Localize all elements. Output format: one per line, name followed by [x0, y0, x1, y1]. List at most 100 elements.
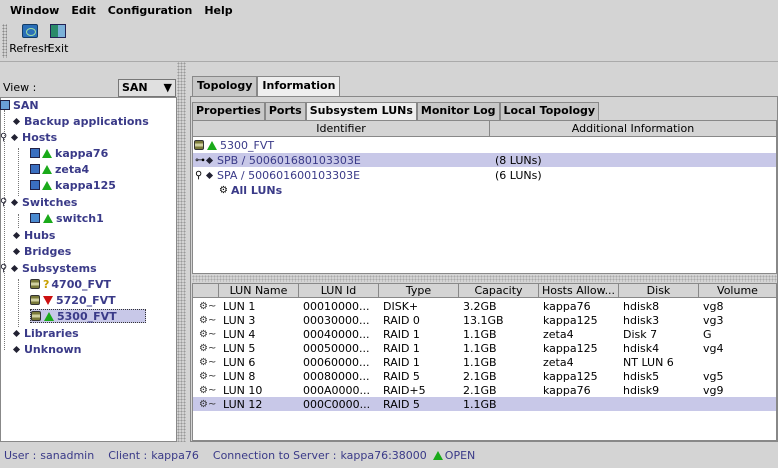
column-header-identifier[interactable]: Identifier	[193, 121, 490, 136]
tree-label: 4700_FVT	[51, 277, 112, 291]
row-label: SPA / 500601600103303E	[217, 168, 361, 182]
tree-label: Bridges	[24, 244, 72, 258]
storage-processor-table: Identifier Additional Information 5300_F…	[192, 120, 777, 274]
tree-node-kappa125[interactable]: kappa125	[30, 178, 116, 192]
toolbar-grip[interactable]	[2, 24, 7, 58]
column-header-additional-information[interactable]: Additional Information	[490, 121, 776, 136]
table-row[interactable]: ⚙~ LUN 12 000C0000... RAID 5 1.1GB	[193, 397, 776, 411]
status-unknown-icon: ?	[43, 277, 50, 291]
tree-node-libraries[interactable]: Libraries	[12, 326, 79, 340]
view-select[interactable]: SAN ▼	[118, 78, 176, 97]
tree-node-bridges[interactable]: Bridges	[12, 244, 71, 258]
tab-local-topology[interactable]: Local Topology	[499, 102, 600, 120]
column-header-capacity[interactable]: Capacity	[459, 284, 539, 297]
row-label: All LUNs	[230, 183, 283, 197]
tree-node-backup-applications[interactable]: Backup applications	[12, 114, 149, 128]
table-row[interactable]: ⚙~ LUN 4 00040000... RAID 1 1.1GB zeta4 …	[193, 327, 776, 341]
refresh-button[interactable]: Refresh	[9, 24, 51, 58]
tree-node-5300-fvt[interactable]: 5300_FVT	[30, 309, 146, 323]
diamond-icon	[12, 117, 21, 125]
tree-label: kappa125	[55, 178, 116, 192]
storage-icon	[31, 311, 41, 321]
tree-row-spb[interactable]: ⊶ SPB / 500601680103303E (8 LUNs)	[193, 153, 776, 167]
expander-icon[interactable]: ⚲	[0, 132, 8, 143]
cell-lun-id: 00050000...	[303, 341, 370, 355]
tab-subsystem-luns[interactable]: Subsystem LUNs	[305, 102, 417, 120]
tree-label: SAN	[13, 98, 39, 112]
column-header-disk[interactable]: Disk	[619, 284, 699, 297]
table-row[interactable]: ⚙~ LUN 5 00050000... RAID 1 1.1GB kappa1…	[193, 341, 776, 355]
status-server: kappa76:38000	[340, 448, 427, 462]
tree-node-5720-fvt[interactable]: 5720_FVT	[30, 293, 116, 307]
inner-tabs: Properties Ports Subsystem LUNs Monitor …	[192, 102, 600, 120]
diamond-icon	[10, 264, 19, 272]
tree-label: Subsystems	[22, 261, 97, 275]
table-row[interactable]: ⚙~ LUN 10 000A0000... RAID+5 2.1GB kappa…	[193, 383, 776, 397]
cell-volume: G	[703, 327, 712, 341]
table-row[interactable]: ⚙~ LUN 8 00080000... RAID 5 2.1GB kappa1…	[193, 369, 776, 383]
tree-node-unknown[interactable]: Unknown	[12, 342, 81, 356]
expander-icon[interactable]: ⊶	[193, 155, 205, 166]
tab-topology[interactable]: Topology	[192, 76, 258, 96]
storage-icon	[30, 295, 40, 305]
column-header-lun-id[interactable]: LUN Id	[299, 284, 379, 297]
diamond-icon	[205, 156, 214, 164]
tree-row-all-luns[interactable]: ⚙ All LUNs	[219, 183, 282, 197]
cell-lun-name: LUN 3	[223, 313, 256, 327]
diamond-icon	[12, 329, 21, 337]
menu-help[interactable]: Help	[198, 4, 238, 17]
table-header: LUN Name LUN Id Type Capacity Hosts Allo…	[193, 284, 776, 298]
cell-volume: vg8	[703, 299, 724, 313]
tree-row-5300-fvt[interactable]: 5300_FVT	[194, 138, 274, 152]
expander-icon[interactable]: ⚲	[193, 170, 205, 181]
tree-row-spa[interactable]: ⚲ SPA / 500601600103303E (6 LUNs)	[193, 168, 776, 182]
status-client: kappa76	[151, 448, 199, 462]
cell-disk: NT LUN 6	[623, 355, 674, 369]
expander-icon[interactable]: ⚲	[0, 197, 8, 208]
tab-monitor-log[interactable]: Monitor Log	[416, 102, 500, 120]
tree-label: 5720_FVT	[56, 293, 116, 307]
tree-label: Switches	[22, 195, 78, 209]
tree-label: zeta4	[55, 162, 90, 176]
menu-edit[interactable]: Edit	[65, 4, 101, 17]
cell-lun-id: 000C0000...	[303, 397, 371, 411]
tree-label: Unknown	[24, 342, 82, 356]
column-header-lun-name[interactable]: LUN Name	[219, 284, 299, 297]
tree-label: Backup applications	[24, 114, 149, 128]
column-header-volume[interactable]: Volume	[699, 284, 776, 297]
tab-ports[interactable]: Ports	[264, 102, 306, 120]
table-row[interactable]: ⚙~ LUN 6 00060000... RAID 1 1.1GB zeta4 …	[193, 355, 776, 369]
menu-window[interactable]: Window	[4, 4, 65, 17]
storage-icon	[30, 279, 40, 289]
toolbar: Refresh Exit	[0, 20, 778, 62]
expander-icon[interactable]: ⚲	[0, 263, 8, 274]
horizontal-splitter[interactable]	[192, 275, 777, 282]
tree-node-4700-fvt[interactable]: ? 4700_FVT	[30, 277, 111, 291]
tree-node-subsystems[interactable]: ⚲ Subsystems	[0, 261, 97, 275]
tree-node-san[interactable]: SAN	[0, 98, 39, 112]
tab-properties[interactable]: Properties	[192, 102, 265, 120]
exit-label: Exit	[47, 42, 69, 55]
cell-lun-name: LUN 4	[223, 327, 256, 341]
tree-node-kappa76[interactable]: kappa76	[30, 146, 108, 160]
cell-capacity: 1.1GB	[463, 341, 497, 355]
vertical-splitter[interactable]	[177, 62, 186, 442]
table-row[interactable]: ⚙~ LUN 3 00030000... RAID 0 13.1GB kappa…	[193, 313, 776, 327]
table-row[interactable]: ⚙~ LUN 1 00010000... DISK+ 3.2GB kappa76…	[193, 299, 776, 313]
outer-tabs: Topology Information	[192, 76, 341, 96]
column-header-hosts-allowed[interactable]: Hosts Allow...	[539, 284, 619, 297]
tree-node-switch1[interactable]: switch1	[30, 211, 104, 225]
tree-label: Hosts	[22, 130, 58, 144]
column-header-type[interactable]: Type	[379, 284, 459, 297]
tree-node-hosts[interactable]: ⚲ Hosts	[0, 130, 57, 144]
cell-hosts: zeta4	[543, 355, 574, 369]
exit-button[interactable]: Exit	[44, 24, 72, 58]
menu-configuration[interactable]: Configuration	[102, 4, 199, 17]
cell-type: RAID 0	[383, 313, 420, 327]
tab-information[interactable]: Information	[257, 76, 341, 96]
tree-node-hubs[interactable]: Hubs	[12, 228, 55, 242]
tree-node-switches[interactable]: ⚲ Switches	[0, 195, 77, 209]
exit-icon	[50, 24, 66, 38]
tree-node-zeta4[interactable]: zeta4	[30, 162, 89, 176]
cell-hosts: kappa125	[543, 369, 598, 383]
